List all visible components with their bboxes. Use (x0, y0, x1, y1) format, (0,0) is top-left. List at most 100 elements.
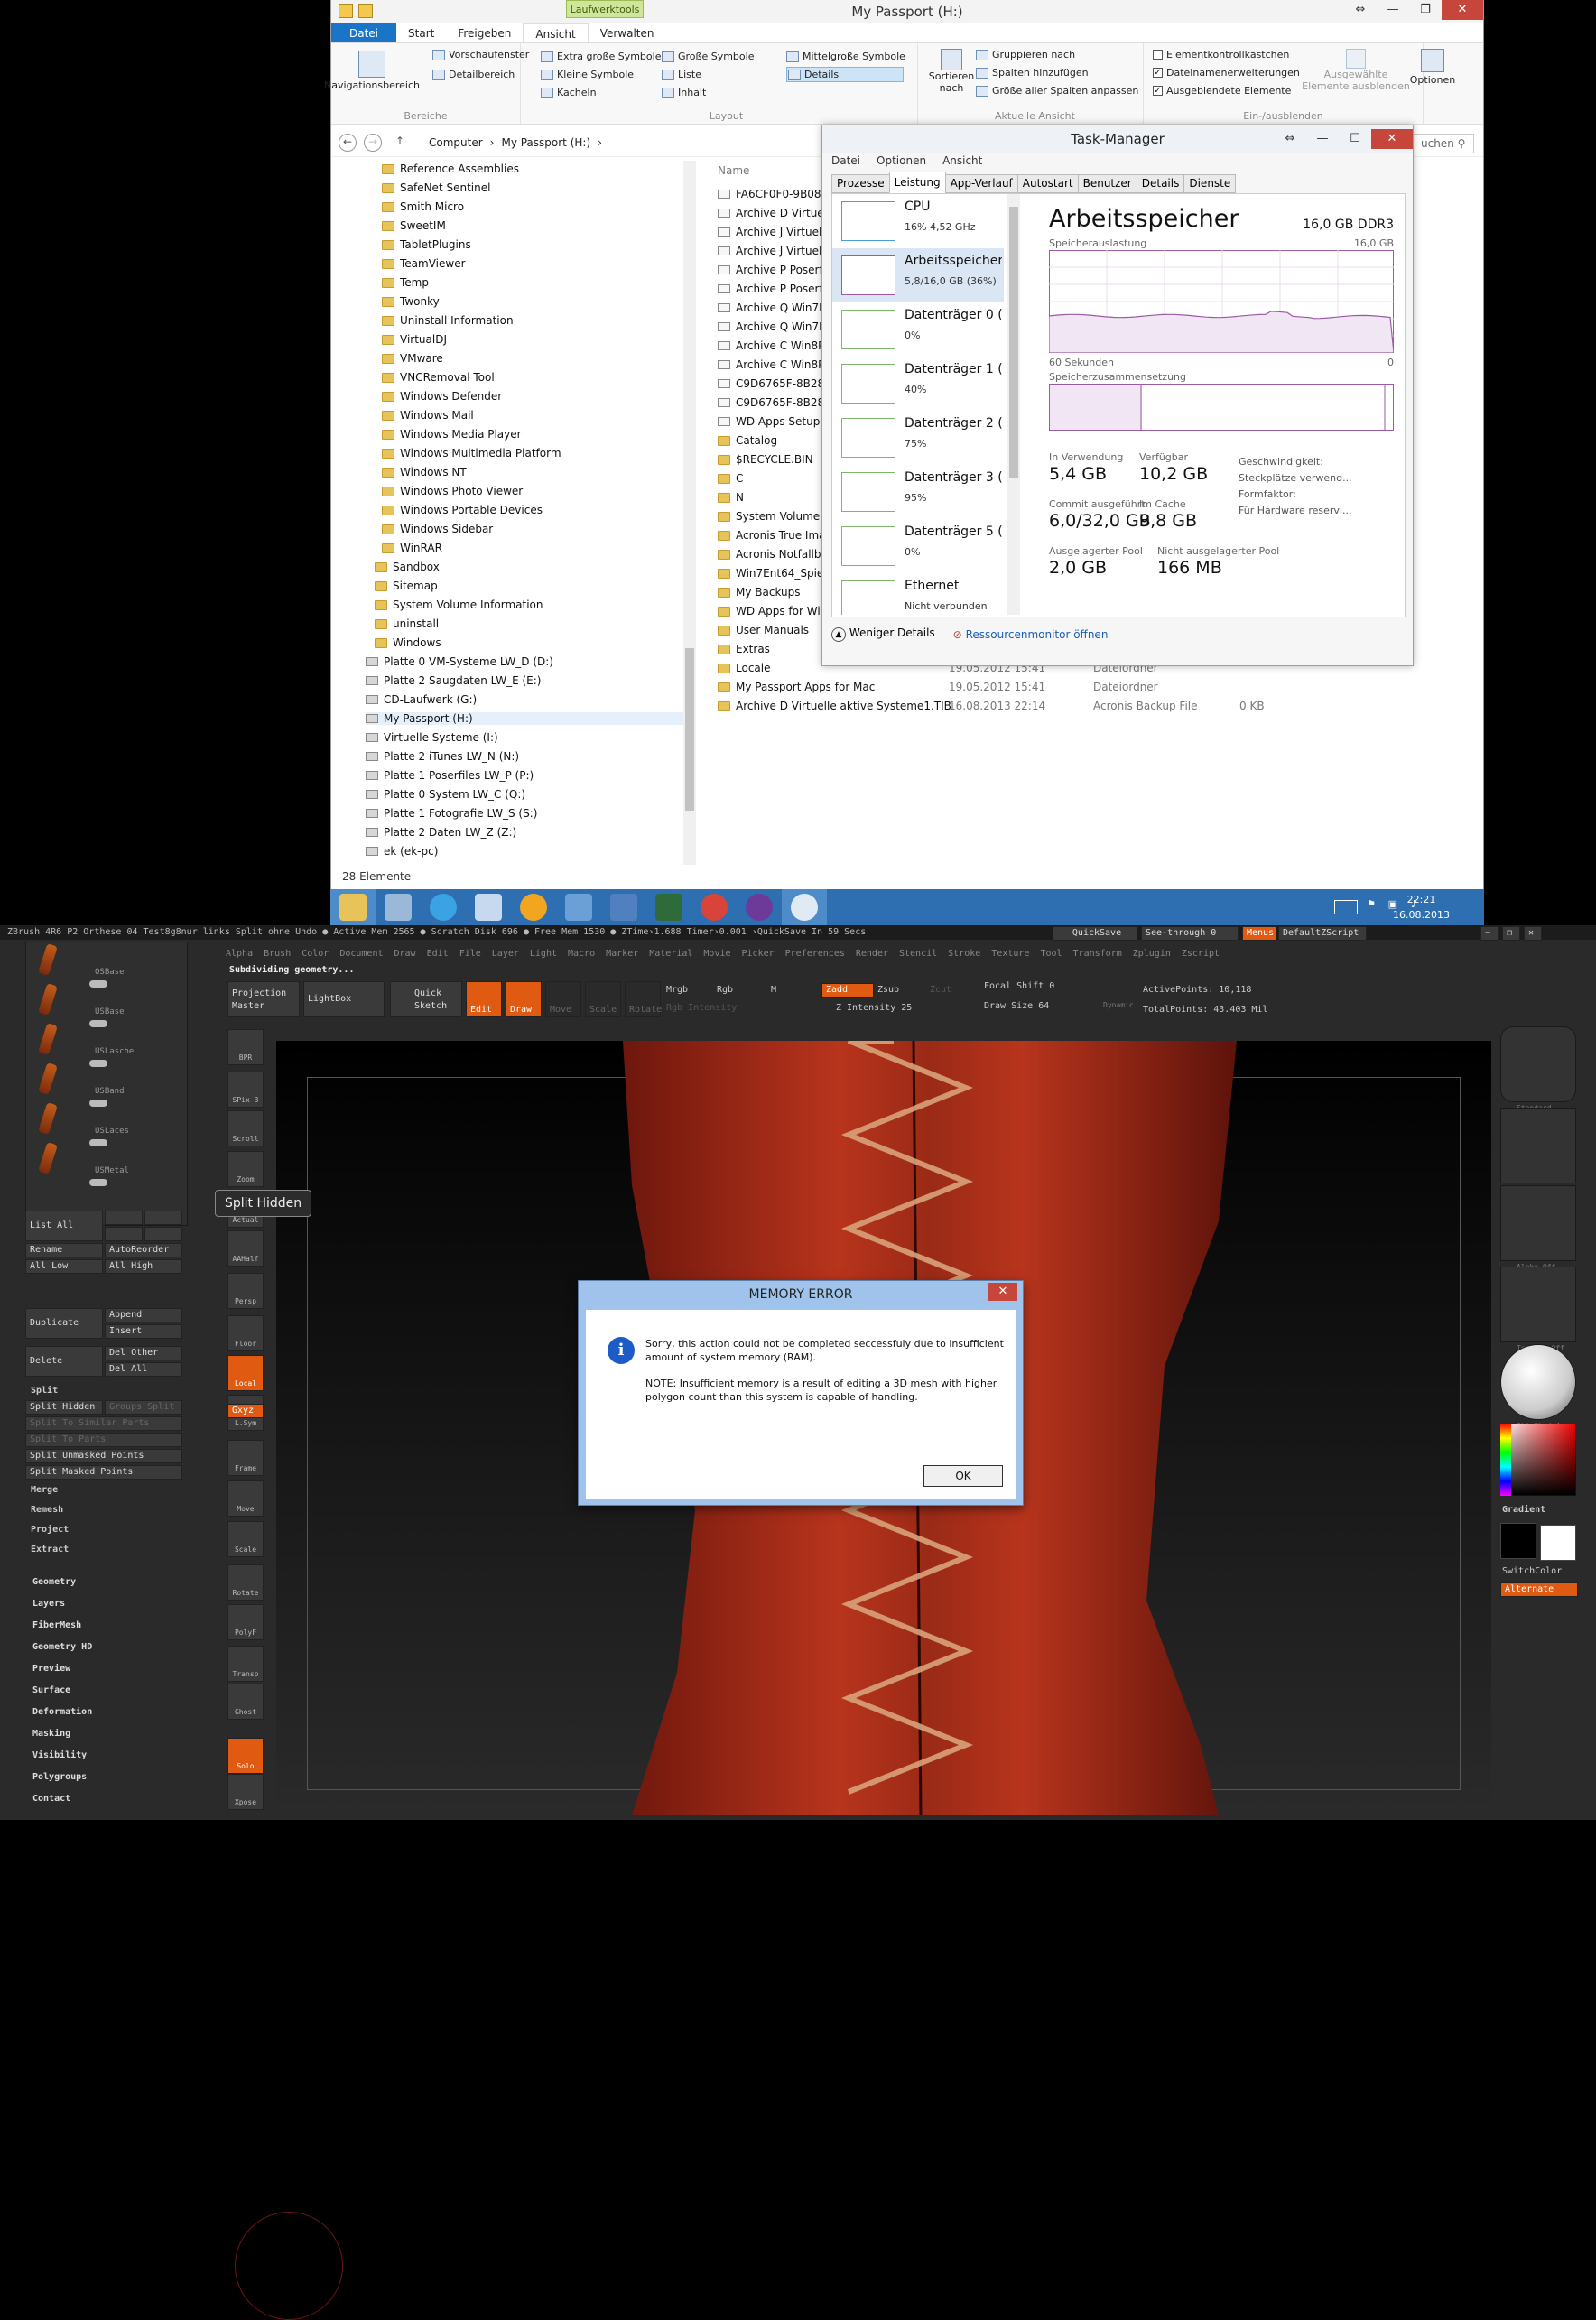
flag-icon[interactable]: ⚑ (1367, 898, 1376, 910)
mrgb-button[interactable]: Mrgb (666, 985, 688, 995)
menu-item[interactable]: Light (530, 949, 557, 959)
split-parts-button[interactable]: Split To Parts (25, 1433, 182, 1447)
menu-item[interactable]: Picker (742, 949, 775, 959)
menu-item[interactable]: Document (339, 949, 383, 959)
file-row[interactable]: Archive P Poserfile (718, 264, 836, 276)
subtool-thumbnail[interactable] (38, 942, 58, 977)
section-geometry-hd[interactable]: Geometry HD (32, 1642, 92, 1652)
subtool-name[interactable]: USLaces (95, 1127, 129, 1136)
clock[interactable]: 22:21 16.08.2013 (1393, 892, 1450, 923)
tab-freigeben[interactable]: Freigeben (446, 23, 523, 42)
layout-medium[interactable]: Mittelgroße Symbole (786, 51, 905, 62)
menu-item[interactable]: Preferences (785, 949, 845, 959)
tool-scroll[interactable]: Scroll (227, 1110, 264, 1146)
layout-small[interactable]: Kleine Symbole (541, 69, 634, 80)
subtool-thumbnail[interactable] (38, 1141, 58, 1175)
menu-item[interactable]: Brush (264, 949, 291, 959)
layout-tiles[interactable]: Kacheln (541, 87, 597, 98)
edit-button[interactable]: Edit (466, 981, 502, 1017)
add-columns-button[interactable]: Spalten hinzufügen (976, 67, 1089, 79)
subtool-list[interactable]: OSBase USBase USLasche USBand USLaces USMetal (25, 942, 188, 1226)
tree-item[interactable]: VNCRemoval Tool (382, 371, 495, 384)
resource-monitor-link[interactable]: ⊘ Ressourcenmonitor öffnen (953, 628, 1109, 641)
subtool-thumbnail[interactable] (38, 1062, 58, 1096)
rgb-button[interactable]: Rgb (717, 985, 733, 995)
tree-item[interactable]: Windows Portable Devices (382, 504, 543, 516)
quicksave-button[interactable]: QuickSave (1053, 926, 1137, 941)
tree-item[interactable]: VirtualDJ (382, 333, 447, 346)
rotate-button[interactable]: Rotate (625, 981, 662, 1017)
lightbox-button[interactable]: LightBox (303, 981, 385, 1017)
resize-icon[interactable]: ⇔ (1344, 0, 1377, 20)
groups-split-button[interactable]: Groups Split (105, 1400, 182, 1415)
section-layers[interactable]: Layers (32, 1599, 65, 1609)
keyboard-icon[interactable] (1334, 900, 1358, 914)
rename-button[interactable]: Rename (25, 1243, 103, 1257)
minimize-button[interactable]: — (1377, 0, 1409, 20)
del-all-button[interactable]: Del All (105, 1362, 182, 1377)
app-taskbar-icon[interactable] (646, 889, 691, 925)
rgb-intensity-slider[interactable]: Rgb Intensity (666, 1003, 737, 1013)
file-row[interactable]: Win7Ent64_Spiele (718, 567, 833, 580)
tree-item[interactable]: Sitemap (375, 580, 438, 592)
tree-item[interactable]: Platte 2 Saugdaten LW_E (E:) (366, 674, 542, 687)
tree-item[interactable]: CD-Laufwerk (G:) (366, 693, 477, 706)
projection-master-button[interactable]: Projection Master (227, 981, 300, 1017)
perf-item[interactable]: Datenträger 2 (C 75% (832, 411, 1004, 465)
subtool-toggle[interactable] (89, 980, 107, 988)
menu-item[interactable]: Edit (427, 949, 449, 959)
subtool-name[interactable]: USBase (95, 1007, 125, 1016)
tab-dienste[interactable]: Dienste (1183, 174, 1237, 193)
tree-item[interactable]: WinRAR (382, 542, 442, 554)
app-taskbar-icon[interactable] (737, 889, 782, 925)
tab-leistung[interactable]: Leistung (888, 172, 946, 193)
close-button[interactable]: ✕ (1442, 0, 1483, 20)
subtool-name[interactable]: USLasche (95, 1047, 134, 1056)
split-masked-button[interactable]: Split Masked Points (25, 1465, 182, 1480)
subpalette-project[interactable]: Project (31, 1525, 69, 1535)
tree-item[interactable]: Virtuelle Systeme (I:) (366, 731, 498, 744)
secondary-color-swatch[interactable] (1540, 1525, 1576, 1561)
maximize-button[interactable]: ❐ (1409, 0, 1442, 20)
tab-autostart[interactable]: Autostart (1016, 174, 1079, 193)
menu-ansicht[interactable]: Ansicht (942, 154, 982, 167)
menu-item[interactable]: Macro (568, 949, 595, 959)
app-taskbar-icon[interactable] (466, 889, 511, 925)
scroll-thumb[interactable] (1009, 207, 1018, 478)
tab-benutzer[interactable]: Benutzer (1077, 174, 1137, 193)
subtool-thumbnail[interactable] (38, 982, 58, 1016)
shelf-standard[interactable] (1500, 1026, 1576, 1102)
section-deformation[interactable]: Deformation (32, 1707, 92, 1717)
tab-details[interactable]: Details (1136, 174, 1185, 193)
menu-item[interactable]: Layer (492, 949, 519, 959)
maximize-button[interactable]: ❐ (1502, 926, 1520, 941)
shelf-alpha-off[interactable] (1500, 1185, 1576, 1261)
perf-item[interactable]: Arbeitsspeicher 5,8/16,0 GB (36%) (832, 248, 1004, 302)
menu-item[interactable]: Draw (394, 949, 416, 959)
hide-selected-button[interactable]: Ausgewählte Elemente ausblenden (1302, 49, 1410, 92)
fit-columns-button[interactable]: Größe aller Spalten anpassen (976, 85, 1138, 97)
group-by-button[interactable]: Gruppieren nach (976, 49, 1075, 60)
move-bottom-button[interactable] (144, 1227, 182, 1241)
tree-item[interactable]: Sandbox (375, 561, 440, 573)
subtool-toggle[interactable] (89, 1100, 107, 1107)
shelf-texture-off[interactable] (1500, 1267, 1576, 1342)
see-through-slider[interactable]: See-through 0 (1141, 926, 1239, 941)
tool-ghost[interactable]: Ghost (227, 1684, 264, 1720)
menu-item[interactable]: Render (856, 949, 888, 959)
file-row[interactable]: WD Apps for Wind (718, 605, 834, 617)
tree-item[interactable]: Platte 2 Daten LW_Z (Z:) (366, 826, 516, 839)
tab-ansicht[interactable]: Ansicht (523, 23, 589, 42)
file-row[interactable]: My Passport Apps for Mac (718, 681, 875, 693)
app-taskbar-icon[interactable] (601, 889, 646, 925)
tree-item[interactable]: SweetIM (382, 219, 446, 232)
split-unmasked-button[interactable]: Split Unmasked Points (25, 1449, 182, 1463)
color-picker[interactable] (1500, 1424, 1576, 1496)
file-extensions-toggle[interactable]: ✓ Dateinamenerweiterungen (1153, 67, 1300, 79)
layout-xl[interactable]: Extra große Symbole (541, 51, 661, 62)
layout-details[interactable]: Details (786, 67, 904, 82)
menu-item[interactable]: Movie (703, 949, 730, 959)
subtool-thumbnail[interactable] (38, 1101, 58, 1136)
zbrush-taskbar-icon[interactable] (782, 889, 827, 925)
subtool-name[interactable]: USMetal (95, 1166, 129, 1175)
